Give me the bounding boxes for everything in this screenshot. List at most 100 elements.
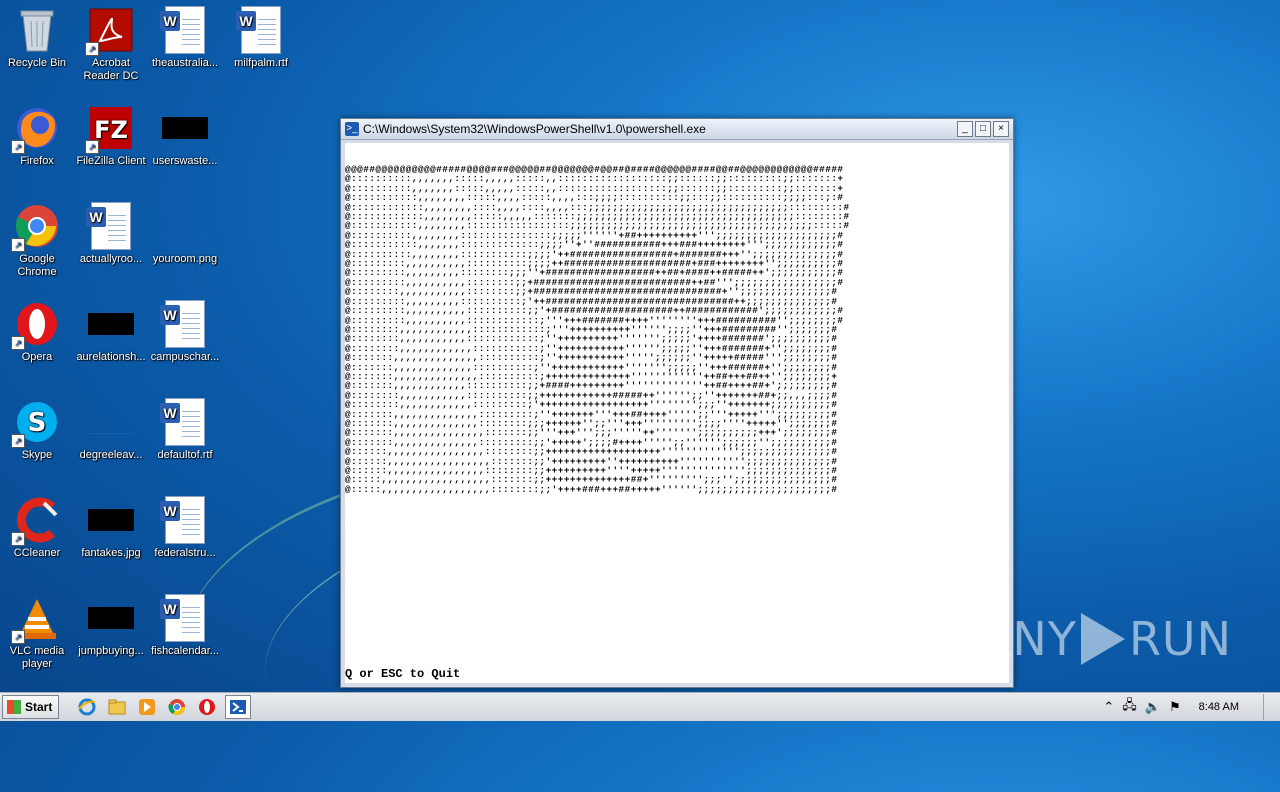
desktop-icon-label: userswaste... xyxy=(152,155,218,167)
ie-icon[interactable] xyxy=(75,696,99,718)
desktop-icon-label: fishcalendar... xyxy=(151,645,219,657)
desktop-icon-label: degreeleav... xyxy=(79,449,143,461)
chevron-up-icon[interactable]: ⌃ xyxy=(1103,699,1114,715)
desktop-icon-label: aurelationsh... xyxy=(76,351,146,363)
word-doc-icon: W xyxy=(160,594,209,642)
filezilla-icon: FZ ↗ xyxy=(85,104,135,154)
shortcut-arrow-icon: ↗ xyxy=(11,238,25,252)
opera-icon[interactable] xyxy=(195,696,219,718)
close-button[interactable]: × xyxy=(993,121,1009,137)
desktop-icon-label: federalstru... xyxy=(154,547,216,559)
desktop-icon-degreeleav[interactable]: degreeleav... xyxy=(74,398,148,462)
desktop-icon-label: campuschar... xyxy=(150,351,220,363)
explorer-icon[interactable] xyxy=(105,696,129,718)
desktop-icon-actuallyroo[interactable]: W actuallyroo... xyxy=(74,202,148,266)
minimize-button[interactable]: _ xyxy=(957,121,973,137)
desktop-icon-opera[interactable]: ↗ Opera xyxy=(0,300,74,364)
acrobat-icon: ↗ xyxy=(85,6,135,56)
console-area[interactable]: @@@##@@@@@@@@@@#####@@@@###@@@@@##@@@@@@… xyxy=(345,143,1009,683)
show-desktop-button[interactable] xyxy=(1263,694,1274,720)
vlc-icon: ↗ xyxy=(11,594,61,644)
desktop-icon-youroom[interactable]: youroom.png xyxy=(148,202,222,266)
skype-icon: S ↗ xyxy=(11,398,61,448)
window-titlebar[interactable]: >_ C:\Windows\System32\WindowsPowerShell… xyxy=(341,119,1013,140)
desktop-icon-label: Recycle Bin xyxy=(7,57,67,69)
ccleaner-icon: ↗ xyxy=(11,496,61,546)
desktop-icon-label: defaultof.rtf xyxy=(157,449,213,461)
chrome-icon[interactable] xyxy=(165,696,189,718)
desktop-icon-label: fantakes.jpg xyxy=(81,547,141,559)
maximize-button[interactable]: □ xyxy=(975,121,991,137)
clock[interactable]: 8:48 AM xyxy=(1199,701,1239,713)
desktop-icon-milfpalm[interactable]: W milfpalm.rtf xyxy=(224,6,298,70)
desktop-icon-filezilla[interactable]: FZ ↗ FileZilla Client xyxy=(74,104,148,168)
desktop-icon-label: FileZilla Client xyxy=(76,155,146,167)
media-player-icon[interactable] xyxy=(135,696,159,718)
word-doc-icon: W xyxy=(160,496,209,544)
chrome-icon: ↗ xyxy=(11,202,61,252)
desktop-icon-userswaste[interactable]: userswaste... xyxy=(148,104,222,168)
quit-prompt: Q or ESC to Quit xyxy=(345,667,461,681)
powershell-icon: >_ xyxy=(345,122,359,136)
desktop-icon-label: Skype xyxy=(21,449,53,461)
action-center-flag-icon[interactable]: ⚑ xyxy=(1169,699,1181,715)
image-icon xyxy=(161,202,209,250)
word-doc-icon: W xyxy=(236,6,285,54)
desktop-icon-label: Firefox xyxy=(20,155,54,167)
desktop-icon-ccleaner[interactable]: ↗ CCleaner xyxy=(0,496,74,560)
desktop-icon-theaustralia[interactable]: W theaustralia... xyxy=(148,6,222,70)
powershell-taskbar-button[interactable] xyxy=(225,695,252,719)
desktop-icon-vlc[interactable]: ↗ VLC media player xyxy=(0,594,74,671)
desktop-icon-firefox[interactable]: ↗ Firefox xyxy=(0,104,74,168)
firefox-icon: ↗ xyxy=(11,104,61,154)
desktop-icon-label: jumpbuying... xyxy=(78,645,144,657)
desktop-icon-label: VLC media player xyxy=(9,645,65,670)
svg-text:S: S xyxy=(28,408,47,438)
recycle-bin-icon xyxy=(13,6,61,54)
shortcut-arrow-icon: ↗ xyxy=(11,630,25,644)
desktop-icon-federalstru[interactable]: W federalstru... xyxy=(148,496,222,560)
word-doc-icon: W xyxy=(160,6,209,54)
shortcut-arrow-icon: ↗ xyxy=(11,434,25,448)
taskbar: Start ⌃ 🖧 🔈 ⚑ 8:48 AM xyxy=(0,692,1280,721)
desktop-icon-campuschar[interactable]: W campuschar... xyxy=(148,300,222,364)
redacted-icon xyxy=(161,104,209,152)
play-icon xyxy=(1080,613,1125,665)
image-icon xyxy=(87,398,135,446)
redacted-icon xyxy=(87,594,135,642)
start-button[interactable]: Start xyxy=(2,695,60,719)
watermark-left: ANY xyxy=(979,612,1077,666)
console-ascii-art: @@@##@@@@@@@@@@#####@@@@###@@@@@##@@@@@@… xyxy=(345,164,850,495)
shortcut-arrow-icon: ↗ xyxy=(85,140,99,154)
shortcut-arrow-icon: ↗ xyxy=(11,336,25,350)
start-label: Start xyxy=(25,700,53,714)
word-doc-icon: W xyxy=(160,300,209,348)
desktop-icon-acrobat[interactable]: ↗ Acrobat Reader DC xyxy=(74,6,148,83)
redacted-icon xyxy=(87,496,135,544)
shortcut-arrow-icon: ↗ xyxy=(85,42,99,56)
desktop-icon-label: milfpalm.rtf xyxy=(234,57,288,69)
volume-icon[interactable]: 🔈 xyxy=(1145,699,1161,715)
word-doc-icon: W xyxy=(160,398,209,446)
desktop-icon-label: theaustralia... xyxy=(151,57,219,69)
desktop-icon-fantakes[interactable]: fantakes.jpg xyxy=(74,496,148,560)
powershell-window[interactable]: >_ C:\Windows\System32\WindowsPowerShell… xyxy=(340,118,1014,688)
shortcut-arrow-icon: ↗ xyxy=(11,140,25,154)
system-tray: ⌃ 🖧 🔈 ⚑ 8:48 AM xyxy=(1095,693,1280,721)
network-icon[interactable]: 🖧 xyxy=(1122,696,1137,718)
watermark-right: RUN xyxy=(1128,612,1232,666)
desktop-icon-aurelationsh[interactable]: aurelationsh... xyxy=(74,300,148,364)
anyrun-watermark: ANY RUN xyxy=(980,612,1232,666)
desktop-icon-jumpbuying[interactable]: jumpbuying... xyxy=(74,594,148,658)
opera-icon: ↗ xyxy=(11,300,61,350)
desktop-icon-label: actuallyroo... xyxy=(79,253,143,265)
desktop-icon-fishcalendar[interactable]: W fishcalendar... xyxy=(148,594,222,658)
desktop-icon-defaultof[interactable]: W defaultof.rtf xyxy=(148,398,222,462)
svg-text:FZ: FZ xyxy=(94,116,128,144)
desktop-icon-label: CCleaner xyxy=(13,547,61,559)
desktop-icon-chrome[interactable]: ↗ Google Chrome xyxy=(0,202,74,279)
windows-flag-icon xyxy=(7,700,21,714)
desktop-icon-skype[interactable]: S ↗ Skype xyxy=(0,398,74,462)
shortcut-arrow-icon: ↗ xyxy=(11,532,25,546)
desktop-icon-recycle-bin[interactable]: Recycle Bin xyxy=(0,6,74,70)
